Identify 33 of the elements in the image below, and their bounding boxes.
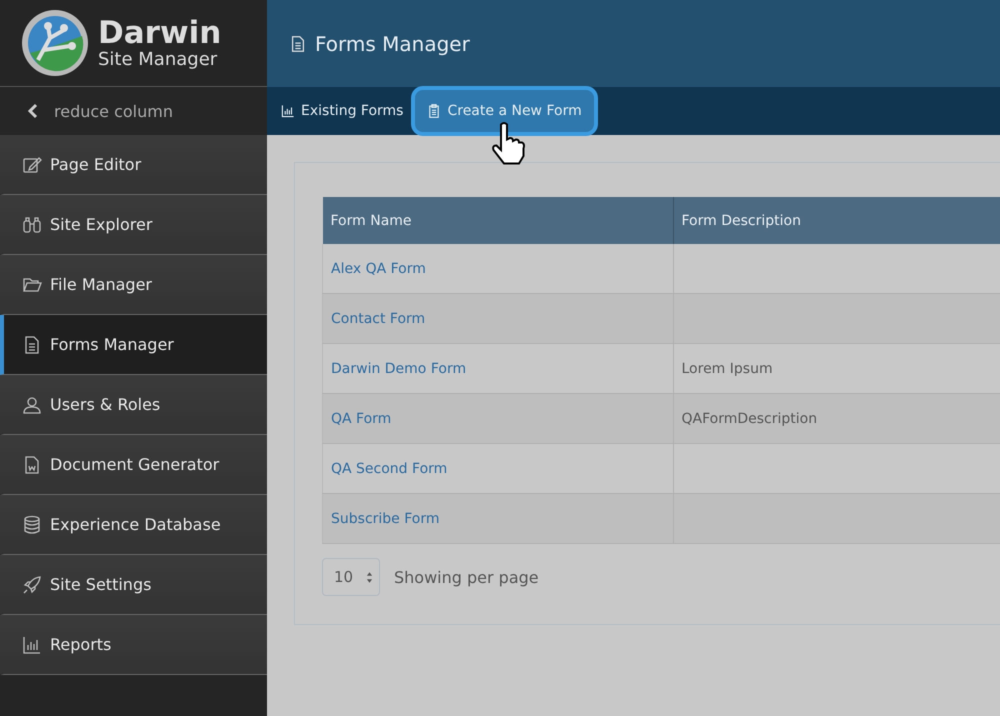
hand-pointer-icon (489, 121, 525, 167)
column-header: Form Description (673, 197, 1000, 244)
brand-name: Darwin (98, 16, 222, 50)
logo-icon (20, 8, 90, 78)
sidebar-item[interactable]: Forms Manager (0, 315, 267, 375)
up-down-arrows-icon (366, 570, 373, 584)
user-icon (22, 394, 42, 414)
sidebar-item[interactable]: File Manager (0, 255, 267, 315)
brand-subtitle: Site Manager (98, 50, 218, 70)
tab[interactable]: Existing Forms (275, 95, 410, 127)
sidebar-item[interactable]: Site Explorer (0, 195, 267, 255)
description-cell: Lorem Ipsum (682, 360, 773, 376)
database-icon (22, 514, 42, 534)
sidebar-item[interactable]: Experience Database (0, 495, 267, 555)
edit-icon (22, 154, 42, 174)
sidebar-item[interactable]: Site Settings (0, 555, 267, 615)
rocket-icon (22, 574, 42, 594)
column-header: Form Name (322, 197, 673, 244)
sidebar-item[interactable]: Reports (0, 615, 267, 675)
clipboard-icon (427, 104, 442, 118)
sidebar-item[interactable]: Page Editor (0, 135, 267, 195)
sidebar-item[interactable]: Users & Roles (0, 375, 267, 435)
bar-chart-icon (281, 104, 295, 118)
tab[interactable]: Create a New Form (415, 90, 594, 132)
bars-icon (22, 634, 42, 654)
sidebar-item[interactable]: Document Generator (0, 435, 267, 495)
document-icon (289, 34, 307, 52)
per-page-label: Showing per page (394, 568, 539, 586)
description-cell: QAFormDescription (682, 410, 818, 426)
chevron-left-icon (28, 103, 38, 119)
binoculars-icon (22, 214, 42, 234)
per-page-select[interactable]: 10 (322, 558, 380, 596)
page-title: Forms Manager (315, 32, 470, 56)
